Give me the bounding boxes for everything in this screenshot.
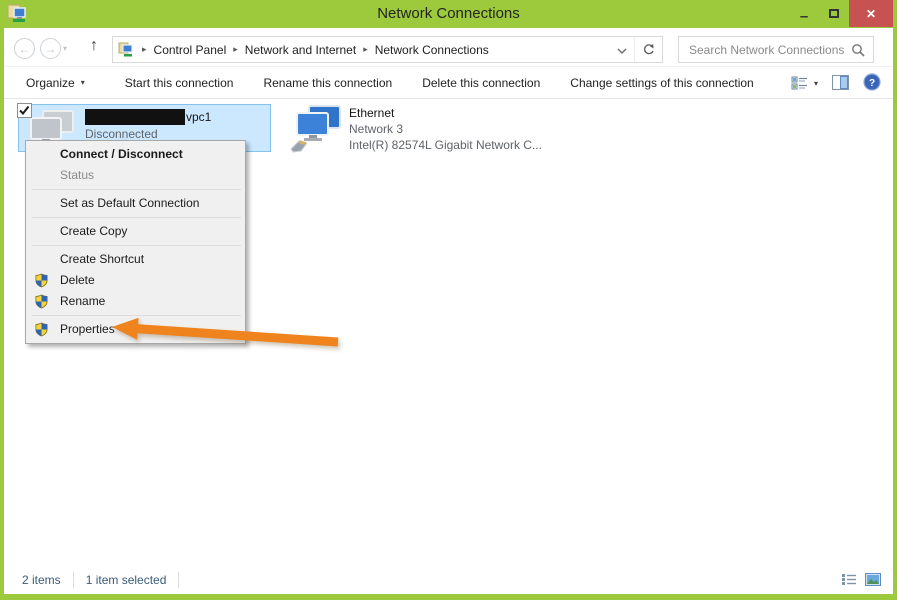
refresh-icon <box>642 43 656 57</box>
selection-checkbox[interactable] <box>17 103 32 118</box>
items-view: vpc1 Disconnected Ethernet N <box>4 100 893 565</box>
back-icon: ← <box>19 42 31 56</box>
command-toolbar: Organize ▾ Start this connection Rename … <box>4 66 893 99</box>
maximize-icon <box>829 9 839 18</box>
svg-text:?: ? <box>869 78 875 89</box>
breadcrumb-chevron-icon: ▸ <box>226 44 245 55</box>
menu-separator <box>32 217 241 218</box>
refresh-button[interactable] <box>634 37 662 62</box>
large-icons-view-icon[interactable] <box>865 573 881 586</box>
forward-icon: → <box>45 42 57 56</box>
menu-separator <box>32 245 241 246</box>
chevron-down-icon: ▾ <box>63 44 67 53</box>
status-bar: 2 items 1 item selected <box>4 565 893 594</box>
chevron-down-icon <box>617 48 627 54</box>
menu-item-create-copy[interactable]: Create Copy <box>26 221 245 242</box>
start-connection-command[interactable]: Start this connection <box>125 76 234 90</box>
menu-item-label: Connect / Disconnect <box>60 147 183 161</box>
details-view-icon[interactable] <box>841 573 857 586</box>
connection-name: vpc1 <box>186 110 211 124</box>
redaction-box <box>85 109 185 125</box>
change-settings-command[interactable]: Change settings of this connection <box>570 76 753 90</box>
items-count: 2 items <box>4 573 73 587</box>
up-button[interactable]: ↑ <box>90 37 98 55</box>
breadcrumb-network-connections[interactable]: Network Connections <box>375 43 489 57</box>
up-arrow-icon: ↑ <box>90 37 98 54</box>
minimize-icon: – <box>800 12 808 22</box>
title-bar: Network Connections – ✕ <box>0 0 897 28</box>
search-input[interactable] <box>679 43 851 57</box>
menu-item-label: Create Copy <box>60 224 127 238</box>
window-border-right <box>893 28 897 600</box>
help-button[interactable]: ? <box>863 73 881 94</box>
ethernet-text: Ethernet Network 3 Intel(R) 82574L Gigab… <box>349 103 542 153</box>
chevron-down-icon: ▾ <box>81 78 85 87</box>
window-title: Network Connections <box>0 5 897 22</box>
menu-item-status[interactable]: Status <box>26 165 245 186</box>
maximize-button[interactable] <box>819 0 849 27</box>
connection-network: Network 3 <box>349 122 542 136</box>
window-border-bottom <box>0 594 897 600</box>
ethernet-icon-wrap <box>285 103 349 153</box>
selection-count: 1 item selected <box>74 573 179 587</box>
menu-item-connect-disconnect[interactable]: Connect / Disconnect <box>26 144 245 165</box>
minimize-button[interactable]: – <box>789 0 819 27</box>
status-view-toggles <box>841 573 881 586</box>
help-icon: ? <box>863 73 881 91</box>
delete-connection-command[interactable]: Delete this connection <box>422 76 540 90</box>
menu-separator <box>32 189 241 190</box>
breadcrumb-control-panel[interactable]: Control Panel <box>154 43 227 57</box>
connection-device: Intel(R) 82574L Gigabit Network C... <box>349 138 542 152</box>
menu-item-label: Create Shortcut <box>60 252 144 266</box>
menu-item-create-shortcut[interactable]: Create Shortcut <box>26 249 245 270</box>
menu-item-set-default-connection[interactable]: Set as Default Connection <box>26 193 245 214</box>
chevron-down-icon: ▾ <box>814 79 818 88</box>
status-divider <box>178 572 179 588</box>
address-bar[interactable]: ▸ Control Panel ▸ Network and Internet ▸… <box>112 36 663 63</box>
connection-item-ethernet[interactable]: Ethernet Network 3 Intel(R) 82574L Gigab… <box>285 103 545 153</box>
menu-item-delete[interactable]: Delete <box>26 270 245 291</box>
search-box <box>678 36 874 63</box>
recent-pages-dropdown[interactable]: ▾ <box>63 44 67 53</box>
organize-button[interactable]: Organize ▾ <box>26 76 85 90</box>
forward-button[interactable]: → <box>40 38 61 59</box>
menu-item-label: Set as Default Connection <box>60 196 199 210</box>
uac-shield-icon <box>34 322 49 344</box>
connection-status: Disconnected <box>85 127 211 141</box>
close-button[interactable]: ✕ <box>849 0 893 27</box>
uac-shield-icon <box>34 294 49 316</box>
preview-pane-icon <box>832 75 849 90</box>
menu-item-label: Status <box>60 168 94 182</box>
breadcrumb-chevron-icon: ▸ <box>356 44 375 55</box>
menu-item-label: Rename <box>60 294 105 308</box>
organize-label: Organize <box>26 76 75 90</box>
caption-buttons: – ✕ <box>789 0 893 27</box>
rename-connection-command[interactable]: Rename this connection <box>263 76 392 90</box>
back-button[interactable]: ← <box>14 38 35 59</box>
ethernet-monitors-icon <box>289 105 345 153</box>
menu-item-label: Delete <box>60 273 95 287</box>
annotation-arrow <box>98 308 348 356</box>
connection-name: Ethernet <box>349 106 542 120</box>
change-view-button[interactable]: ▾ <box>791 76 818 91</box>
network-connections-window: Network Connections – ✕ ← → ▾ ↑ ▸ Contro… <box>0 0 897 600</box>
breadcrumb-chevron-icon: ▸ <box>135 44 154 55</box>
preview-pane-button[interactable] <box>832 75 849 93</box>
view-list-icon <box>791 76 809 91</box>
location-network-icon <box>118 41 135 58</box>
address-dropdown-button[interactable] <box>610 41 634 59</box>
breadcrumb-network-and-internet[interactable]: Network and Internet <box>245 43 356 57</box>
search-icon[interactable] <box>851 43 865 57</box>
close-icon: ✕ <box>866 7 876 21</box>
toolbar-right-icons: ▾ ? <box>791 67 881 100</box>
